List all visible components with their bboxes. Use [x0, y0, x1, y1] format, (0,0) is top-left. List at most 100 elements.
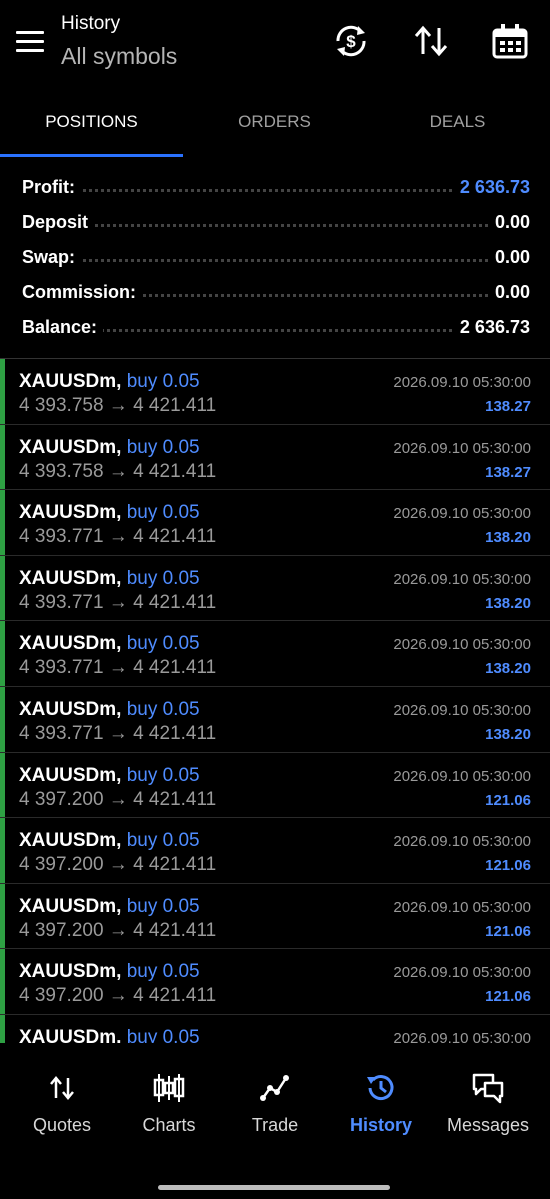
swap-label: Swap:	[22, 247, 82, 268]
dotted-leader	[22, 259, 530, 262]
profit-row: Profit: 2 636.73	[22, 172, 530, 202]
position-prices: 4 397.200 → 4 421.411	[19, 788, 217, 810]
messages-icon	[472, 1073, 504, 1104]
currency-exchange-icon[interactable]: $	[332, 22, 370, 60]
position-profit: 138.27	[485, 463, 531, 481]
position-marker	[0, 1014, 5, 1043]
position-side: buy 0.05	[126, 502, 200, 524]
position-time: 2026.09.10 05:30:00	[393, 767, 531, 785]
deposit-value: 0.00	[488, 212, 530, 233]
position-symbol: XAUUSDm, buy 0.05	[19, 1027, 200, 1043]
list-item[interactable]: XAUUSDm, buy 0.05 4 393.758 → 4 421.411 …	[0, 424, 550, 491]
position-profit: 138.20	[485, 529, 531, 547]
position-symbol: XAUUSDm, buy 0.05	[19, 371, 200, 392]
position-side: buy 0.05	[126, 698, 200, 720]
position-profit: 121.06	[485, 791, 531, 809]
position-symbol: XAUUSDm, buy 0.05	[19, 502, 200, 524]
list-item[interactable]: XAUUSDm, buy 0.05 4 397.200 → 4 421.411 …	[0, 818, 550, 884]
nav-quotes-label: Quotes	[32, 1115, 92, 1135]
svg-text:$: $	[346, 32, 356, 51]
position-side: buy 0.05	[126, 371, 200, 392]
sort-icon[interactable]	[412, 22, 450, 60]
commission-value: 0.00	[488, 282, 530, 303]
position-profit: 138.20	[485, 725, 531, 743]
position-time: 2026.09.10 05:30:00	[393, 833, 531, 851]
home-indicator[interactable]	[158, 1185, 390, 1190]
position-profit: 121.06	[485, 922, 531, 940]
commission-label: Commission:	[22, 282, 143, 303]
position-marker	[0, 752, 5, 818]
balance-row: Balance: 2 636.73	[22, 312, 530, 342]
nav-messages-label: Messages	[446, 1115, 530, 1135]
position-side: buy 0.05	[126, 1026, 200, 1043]
position-prices: 4 393.758 → 4 421.411	[19, 395, 217, 416]
position-side: buy 0.05	[126, 895, 200, 917]
position-side: buy 0.05	[126, 764, 200, 786]
position-profit: 121.06	[485, 988, 531, 1006]
bottom-navigation: Quotes Charts Trade History Messages	[0, 1043, 550, 1199]
position-marker	[0, 883, 5, 949]
list-item[interactable]: XAUUSDm, buy 0.05 4 397.200 → 4 421.411 …	[0, 883, 550, 950]
position-prices: 4 393.771 → 4 421.411	[19, 526, 217, 548]
swap-row: Swap: 0.00	[22, 242, 530, 272]
swap-value: 0.00	[488, 247, 530, 268]
position-time: 2026.09.10 05:30:00	[393, 1029, 531, 1043]
list-item[interactable]: XAUUSDm, buy 0.05 4 393.771 → 4 421.411 …	[0, 621, 550, 687]
symbol-filter[interactable]: All symbols	[61, 43, 177, 70]
position-time: 2026.09.10 05:30:00	[393, 701, 531, 719]
position-symbol: XAUUSDm, buy 0.05	[19, 633, 200, 655]
position-prices: 4 397.200 → 4 421.411	[19, 919, 217, 941]
position-marker	[0, 555, 5, 621]
charts-icon	[153, 1074, 185, 1102]
balance-label: Balance:	[22, 317, 104, 338]
deposit-row: Deposit 0.00	[22, 207, 530, 237]
list-item[interactable]: XAUUSDm, buy 0.05 4 397.200 → 4 421.411 …	[0, 949, 550, 1015]
position-marker	[0, 490, 5, 555]
position-symbol: XAUUSDm, buy 0.05	[19, 961, 200, 983]
nav-trade-label: Trade	[251, 1115, 299, 1135]
nav-charts-label: Charts	[142, 1115, 196, 1135]
nav-messages[interactable]: Messages	[433, 1071, 543, 1136]
position-side: buy 0.05	[126, 436, 200, 458]
position-symbol: XAUUSDm, buy 0.05	[19, 436, 200, 458]
position-marker	[0, 949, 5, 1014]
position-profit: 121.06	[485, 857, 531, 875]
calendar-icon[interactable]	[491, 22, 529, 60]
position-side: buy 0.05	[126, 567, 200, 589]
list-item[interactable]: XAUUSDm, buy 0.05 4 397.200 → 4 421.411 …	[0, 752, 550, 819]
nav-quotes[interactable]: Quotes	[7, 1071, 117, 1136]
trade-icon	[260, 1075, 289, 1101]
tab-positions[interactable]: POSITIONS	[0, 112, 183, 132]
position-marker	[0, 818, 5, 883]
position-symbol: XAUUSDm, buy 0.05	[19, 830, 200, 852]
position-symbol: XAUUSDm, buy 0.05	[19, 895, 200, 917]
position-marker	[0, 621, 5, 686]
position-prices: 4 393.758 → 4 421.411	[19, 460, 217, 482]
menu-icon[interactable]	[16, 31, 44, 53]
nav-history-label: History	[349, 1115, 412, 1135]
position-prices: 4 393.771 → 4 421.411	[19, 591, 217, 613]
list-item[interactable]: XAUUSDm, buy 0.05 2026.09.10 05:30:00	[0, 1014, 550, 1043]
quotes-icon	[50, 1076, 74, 1100]
dotted-leader	[22, 224, 530, 227]
list-item[interactable]: XAUUSDm, buy 0.05 4 393.771 → 4 421.411 …	[0, 490, 550, 556]
list-item[interactable]: XAUUSDm, buy 0.05 4 393.771 → 4 421.411 …	[0, 555, 550, 622]
app-header: History All symbols $	[0, 0, 550, 86]
list-item[interactable]: XAUUSDm, buy 0.05 4 393.758 → 4 421.411 …	[0, 359, 550, 425]
positions-list[interactable]: XAUUSDm, buy 0.05 4 393.758 → 4 421.411 …	[0, 359, 550, 1043]
position-marker	[0, 424, 5, 490]
position-symbol: XAUUSDm, buy 0.05	[19, 764, 200, 786]
nav-trade[interactable]: Trade	[220, 1071, 330, 1136]
nav-history[interactable]: History	[326, 1071, 436, 1136]
tab-orders[interactable]: ORDERS	[183, 112, 366, 132]
tab-deals[interactable]: DEALS	[366, 112, 549, 132]
nav-charts[interactable]: Charts	[114, 1071, 224, 1136]
commission-row: Commission: 0.00	[22, 277, 530, 307]
balance-value: 2 636.73	[453, 317, 530, 338]
active-tab-indicator	[0, 154, 183, 157]
profit-label: Profit:	[22, 177, 81, 198]
list-item[interactable]: XAUUSDm, buy 0.05 4 393.771 → 4 421.411 …	[0, 686, 550, 753]
position-marker	[0, 686, 5, 752]
history-tabs: POSITIONS ORDERS DEALS	[0, 100, 550, 158]
position-prices: 4 397.200 → 4 421.411	[19, 985, 217, 1007]
